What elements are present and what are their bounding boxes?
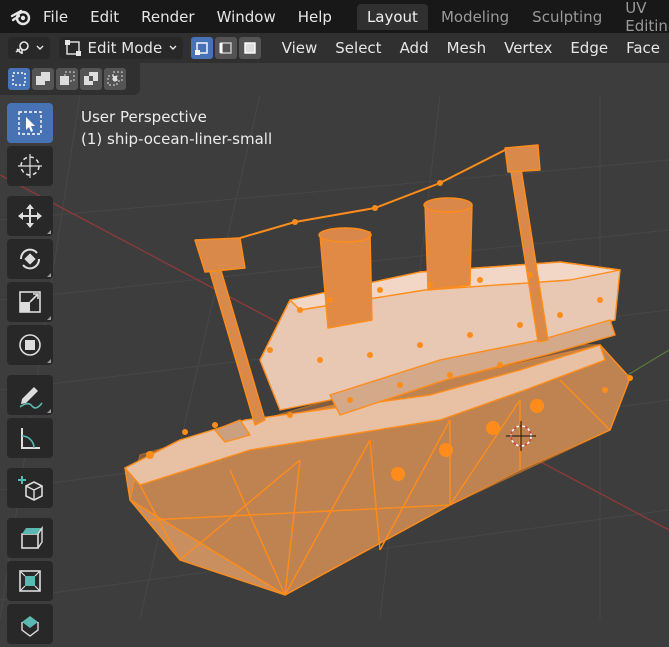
edit-mode-icon [65, 40, 81, 56]
viewport-scene [0, 95, 669, 619]
annotate-icon[interactable] [7, 375, 53, 415]
chevron-down-icon [36, 45, 44, 50]
menu-face[interactable]: Face [617, 39, 669, 57]
face-select-icon[interactable] [238, 37, 261, 59]
editor-type-dropdown[interactable] [8, 37, 50, 59]
inset-icon[interactable] [7, 561, 53, 601]
3d-viewport-icon [15, 41, 29, 54]
bevel-icon[interactable] [7, 604, 53, 644]
top-menubar: File Edit Render Window Help Layout Mode… [0, 0, 669, 35]
viewport-header: Edit Mode View Select Add Mesh Vertex Ed… [0, 33, 669, 63]
select-subtract-icon[interactable] [56, 68, 78, 90]
menu-help[interactable]: Help [287, 8, 343, 26]
menu-render[interactable]: Render [130, 8, 205, 26]
menu-vertex[interactable]: Vertex [495, 39, 561, 57]
menu-select[interactable]: Select [326, 39, 390, 57]
chevron-down-icon [169, 45, 177, 50]
tab-layout[interactable]: Layout [356, 3, 428, 30]
transform-icon[interactable] [7, 325, 53, 365]
selection-mode-row [0, 63, 140, 95]
move-icon[interactable] [7, 196, 53, 236]
extrude-icon[interactable] [7, 518, 53, 558]
tab-sculpting[interactable]: Sculpting [522, 4, 612, 30]
menu-add[interactable]: Add [391, 39, 438, 57]
tool-shelf [7, 103, 59, 647]
menu-edit[interactable]: Edit [79, 8, 130, 26]
measure-icon[interactable] [7, 418, 53, 458]
edge-select-icon[interactable] [214, 37, 237, 59]
select-intersect-icon[interactable] [104, 68, 126, 90]
select-extend-icon[interactable] [32, 68, 54, 90]
add-cube-icon[interactable] [7, 468, 53, 508]
viewport-info: User Perspective (1) ship-ocean-liner-sm… [81, 106, 272, 150]
scale-icon[interactable] [7, 282, 53, 322]
rotate-icon[interactable] [7, 239, 53, 279]
select-mode-group [190, 37, 261, 59]
mode-dropdown[interactable]: Edit Mode [59, 37, 183, 59]
select-new-icon[interactable] [8, 68, 30, 90]
menu-window[interactable]: Window [206, 8, 287, 26]
mode-label: Edit Mode [87, 39, 163, 57]
ship-mesh [124, 144, 633, 596]
active-object-name: (1) ship-ocean-liner-small [81, 130, 273, 148]
vertex-select-icon[interactable] [190, 37, 213, 59]
menu-mesh[interactable]: Mesh [438, 39, 496, 57]
workspace-tabs: Layout Modeling Sculpting UV Editing [356, 0, 669, 35]
view-name: User Perspective [81, 108, 207, 126]
select-box-icon[interactable] [7, 103, 53, 143]
3d-viewport[interactable] [0, 95, 669, 619]
tab-modeling[interactable]: Modeling [431, 4, 519, 30]
select-difference-icon[interactable] [80, 68, 102, 90]
menu-edge[interactable]: Edge [561, 39, 617, 57]
menu-view[interactable]: View [273, 39, 327, 57]
blender-logo-icon[interactable] [10, 7, 32, 27]
menu-file[interactable]: File [32, 8, 79, 26]
cursor-icon[interactable] [7, 146, 53, 186]
viewport-menus: View Select Add Mesh Vertex Edge Face [273, 39, 669, 57]
